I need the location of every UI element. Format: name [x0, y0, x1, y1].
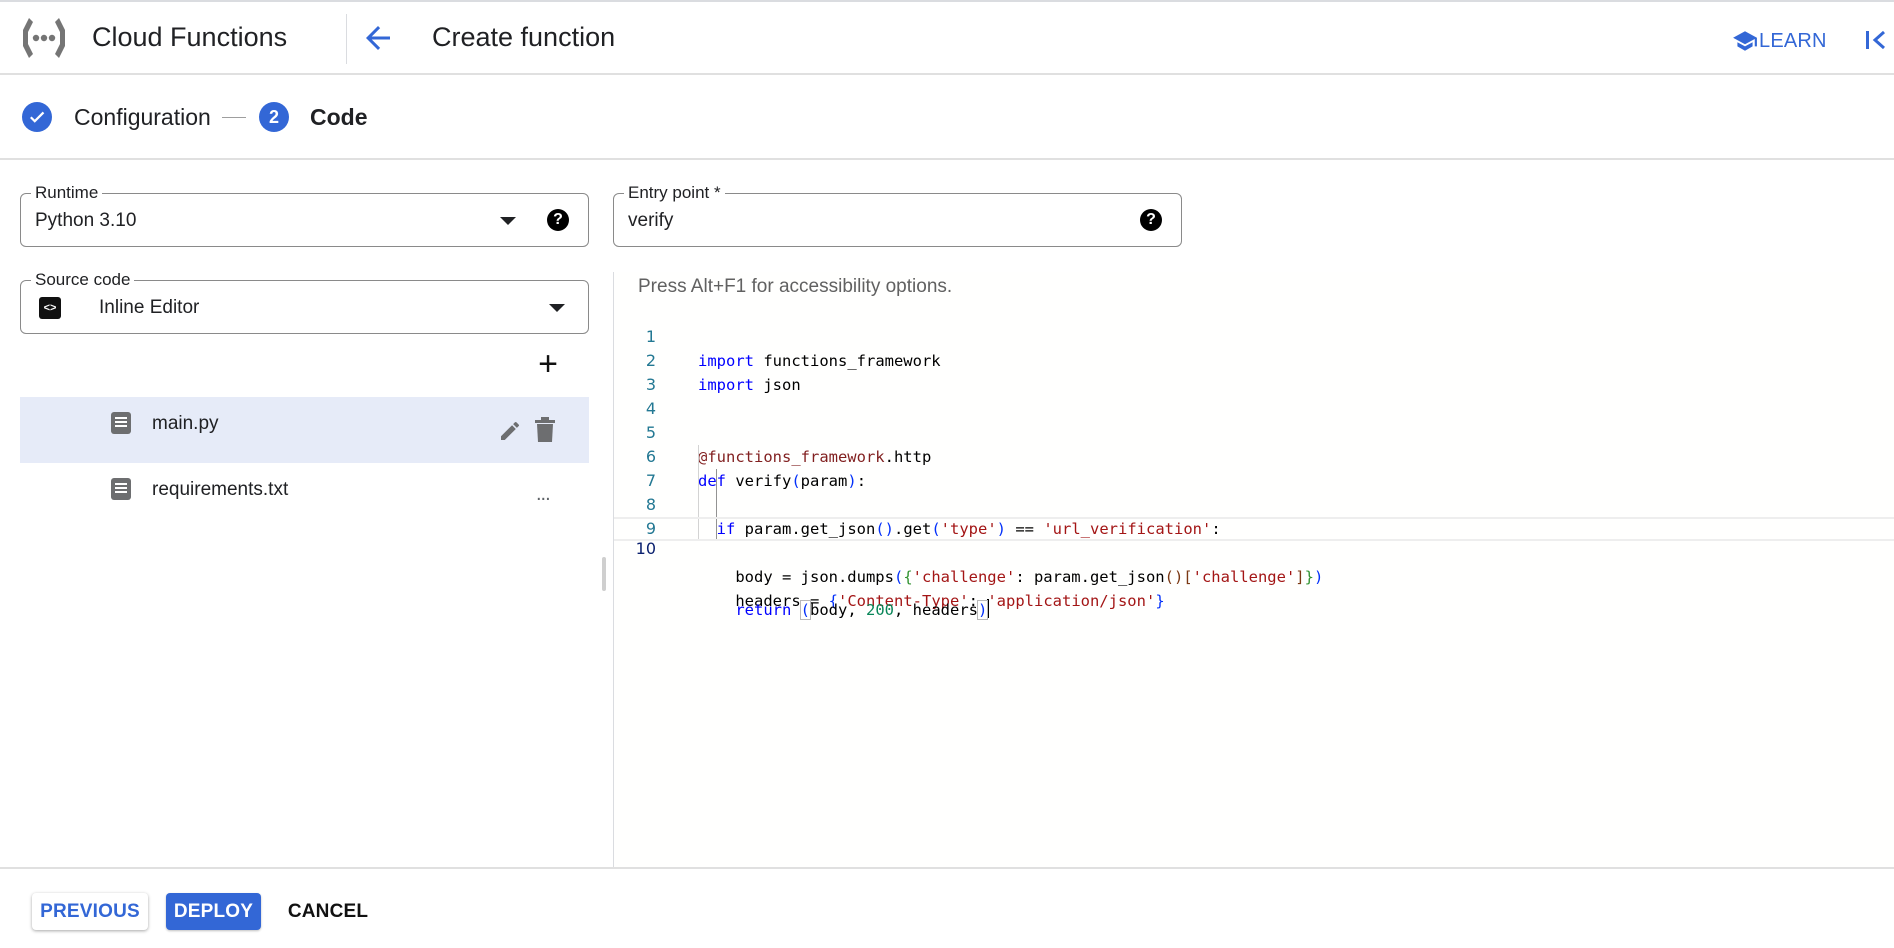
- action-bar: PREVIOUS DEPLOY CANCEL: [0, 867, 1894, 948]
- runtime-label: Runtime: [31, 183, 103, 203]
- collapse-panel-icon[interactable]: [1862, 26, 1890, 54]
- step-code-label: Code: [310, 104, 368, 130]
- entry-point-label: Entry point *: [624, 183, 725, 203]
- code-line[interactable]: 1 import functions_framework: [614, 301, 1894, 370]
- source-code-select[interactable]: Source code <> Inline Editor: [20, 270, 589, 334]
- help-icon[interactable]: ?: [1140, 209, 1162, 231]
- code-line[interactable]: 6 def verify(param):: [614, 421, 1894, 490]
- code-icon: <>: [39, 297, 61, 319]
- previous-button[interactable]: PREVIOUS: [32, 893, 148, 930]
- file-item-main-py[interactable]: main.py: [20, 397, 589, 463]
- code-lines[interactable]: 1 import functions_framework 2 import js…: [614, 301, 1894, 620]
- file-name: requirements.txt: [152, 479, 289, 500]
- file-icon: [111, 412, 131, 434]
- learn-button[interactable]: LEARN: [1732, 26, 1827, 56]
- page-title: Create function: [432, 22, 616, 52]
- indent-guide: [716, 469, 717, 493]
- header-divider: [346, 14, 347, 64]
- accessibility-hint: Press Alt+F1 for accessibility options.: [638, 276, 953, 297]
- code-line[interactable]: 8 body = json.dumps({'challenge': param.…: [614, 469, 1894, 586]
- back-arrow-icon[interactable]: [360, 20, 396, 56]
- source-code-value: Inline Editor: [99, 297, 200, 318]
- more-horiz-icon[interactable]: ...: [536, 483, 551, 506]
- indent-guide: [716, 493, 717, 517]
- dropdown-arrow-icon[interactable]: [549, 304, 565, 312]
- product-name: Cloud Functions: [92, 22, 288, 52]
- step-number-badge: 2: [259, 102, 289, 132]
- runtime-value: Python 3.10: [35, 210, 137, 231]
- pencil-icon[interactable]: [498, 419, 522, 443]
- entry-point-input[interactable]: Entry point * verify ?: [613, 183, 1182, 247]
- line-number: 10: [635, 539, 656, 558]
- school-icon: [1733, 31, 1757, 51]
- code-line[interactable]: 7 if param.get_json().get('type') == 'ur…: [614, 445, 1894, 538]
- step-configuration-label[interactable]: Configuration: [74, 104, 211, 131]
- code-line[interactable]: 3: [614, 349, 1894, 394]
- code-text[interactable]: body = json.dumps({'challenge': param.ge…: [698, 565, 1323, 589]
- runtime-select[interactable]: Runtime Python 3.10 ?: [20, 183, 589, 247]
- code-text[interactable]: return (body, 200, headers): [698, 599, 990, 620]
- step-connector: [222, 117, 246, 118]
- file-icon: [111, 478, 131, 500]
- resize-handle[interactable]: [602, 557, 606, 591]
- code-line[interactable]: 2 import json: [614, 325, 1894, 394]
- step-complete-check-icon[interactable]: [22, 102, 52, 132]
- cloud-functions-logo-icon: [23, 18, 65, 58]
- add-file-button[interactable]: +: [533, 347, 563, 381]
- trash-icon[interactable]: [534, 417, 556, 443]
- code-line[interactable]: 9 headers = {'Content-Type': 'applicatio…: [614, 493, 1894, 610]
- learn-label: LEARN: [1759, 29, 1827, 52]
- code-editor[interactable]: Press Alt+F1 for accessibility options. …: [614, 272, 1894, 867]
- stepper: Configuration 2 Code: [0, 75, 1894, 160]
- source-code-label: Source code: [31, 270, 135, 290]
- indent-guide: [698, 493, 699, 517]
- code-line[interactable]: 5 @functions_framework.http: [614, 397, 1894, 466]
- help-icon[interactable]: ?: [547, 209, 569, 231]
- deploy-button[interactable]: DEPLOY: [166, 893, 261, 930]
- cancel-button[interactable]: CANCEL: [280, 893, 376, 930]
- indent-guide: [698, 445, 699, 469]
- dropdown-arrow-icon[interactable]: [500, 217, 516, 225]
- text-cursor: [987, 599, 990, 618]
- indent-guide: [716, 519, 717, 539]
- entry-point-value[interactable]: verify: [628, 210, 673, 232]
- app-header: Cloud Functions Create function LEARN: [0, 0, 1894, 75]
- file-name: main.py: [152, 413, 219, 434]
- code-line[interactable]: 4: [614, 373, 1894, 418]
- code-line-active[interactable]: 10 return (body, 200, headers): [614, 517, 1894, 620]
- file-item-requirements-txt[interactable]: requirements.txt ...: [20, 463, 589, 529]
- indent-guide: [698, 519, 699, 539]
- indent-guide: [698, 469, 699, 493]
